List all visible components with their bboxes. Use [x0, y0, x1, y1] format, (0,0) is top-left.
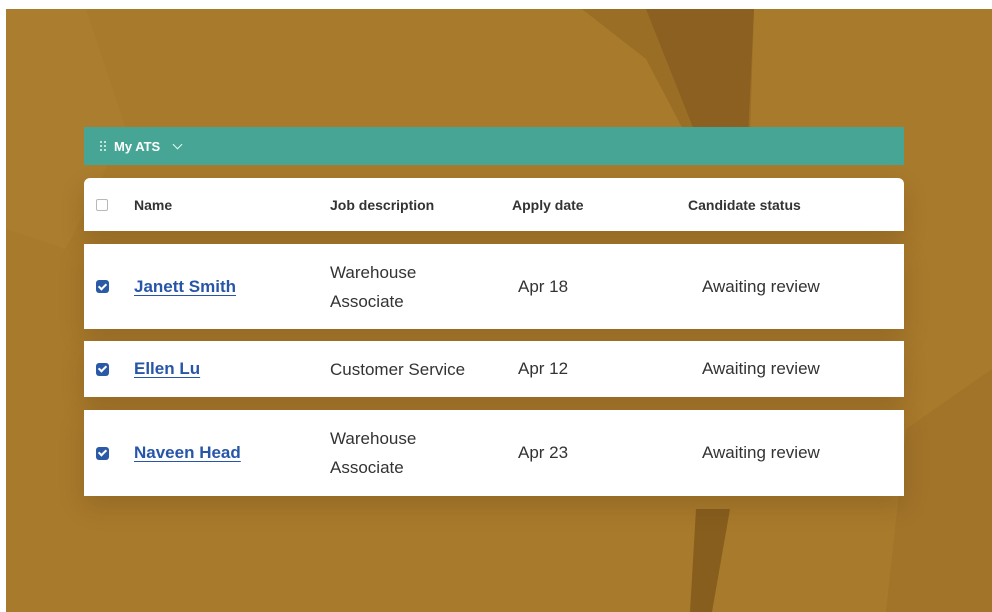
job-description-cell: Customer Service	[330, 355, 512, 384]
candidate-name-cell: Ellen Lu	[134, 359, 330, 379]
apply-date: Apr 18	[518, 276, 569, 296]
candidate-name-cell: Janett Smith	[134, 277, 330, 297]
row-select-cell	[84, 280, 134, 293]
header-job-description[interactable]: Job description	[330, 197, 512, 213]
apply-date: Apr 12	[518, 359, 569, 378]
candidate-name-cell: Naveen Head	[134, 443, 330, 463]
job-description: Customer Service	[330, 359, 466, 379]
job-description-cell: Warehouse Associate	[330, 258, 512, 316]
select-all-checkbox-icon[interactable]	[96, 198, 108, 211]
checkbox-checked-icon[interactable]	[96, 446, 109, 460]
apply-date: Apr 23	[518, 443, 569, 462]
header-apply-date[interactable]: Apply date	[512, 197, 688, 213]
select-all-cell	[84, 198, 134, 211]
chevron-down-icon[interactable]	[172, 139, 183, 150]
table-row[interactable]: Janett Smith Warehouse Associate Apr 18 …	[84, 244, 904, 329]
row-select-cell	[84, 446, 134, 460]
header-name[interactable]: Name	[134, 197, 330, 213]
app-toolbar: My ATS	[84, 127, 904, 165]
checkbox-checked-icon[interactable]	[96, 362, 109, 376]
candidate-status: Awaiting review	[702, 359, 820, 378]
candidate-status: Awaiting review	[702, 443, 820, 462]
job-description: Warehouse Associate	[330, 262, 417, 311]
row-select-cell	[84, 362, 134, 376]
candidate-status: Awaiting review	[702, 276, 820, 296]
table-header: Name Job description Apply date Candidat…	[84, 178, 904, 231]
table-row[interactable]: Naveen Head Warehouse Associate Apr 23 A…	[84, 410, 904, 496]
candidate-name-link[interactable]: Naveen Head	[134, 443, 241, 462]
grip-icon[interactable]	[100, 141, 106, 151]
candidate-name-link[interactable]: Ellen Lu	[134, 359, 200, 378]
candidate-name-link[interactable]: Janett Smith	[134, 277, 236, 296]
header-candidate-status[interactable]: Candidate status	[688, 197, 904, 213]
app-title: My ATS	[114, 138, 161, 154]
job-description: Warehouse Associate	[330, 429, 417, 477]
table-row[interactable]: Ellen Lu Customer Service Apr 12 Awaitin…	[84, 341, 904, 397]
checkbox-checked-icon[interactable]	[96, 280, 109, 293]
job-description-cell: Warehouse Associate	[330, 424, 512, 482]
